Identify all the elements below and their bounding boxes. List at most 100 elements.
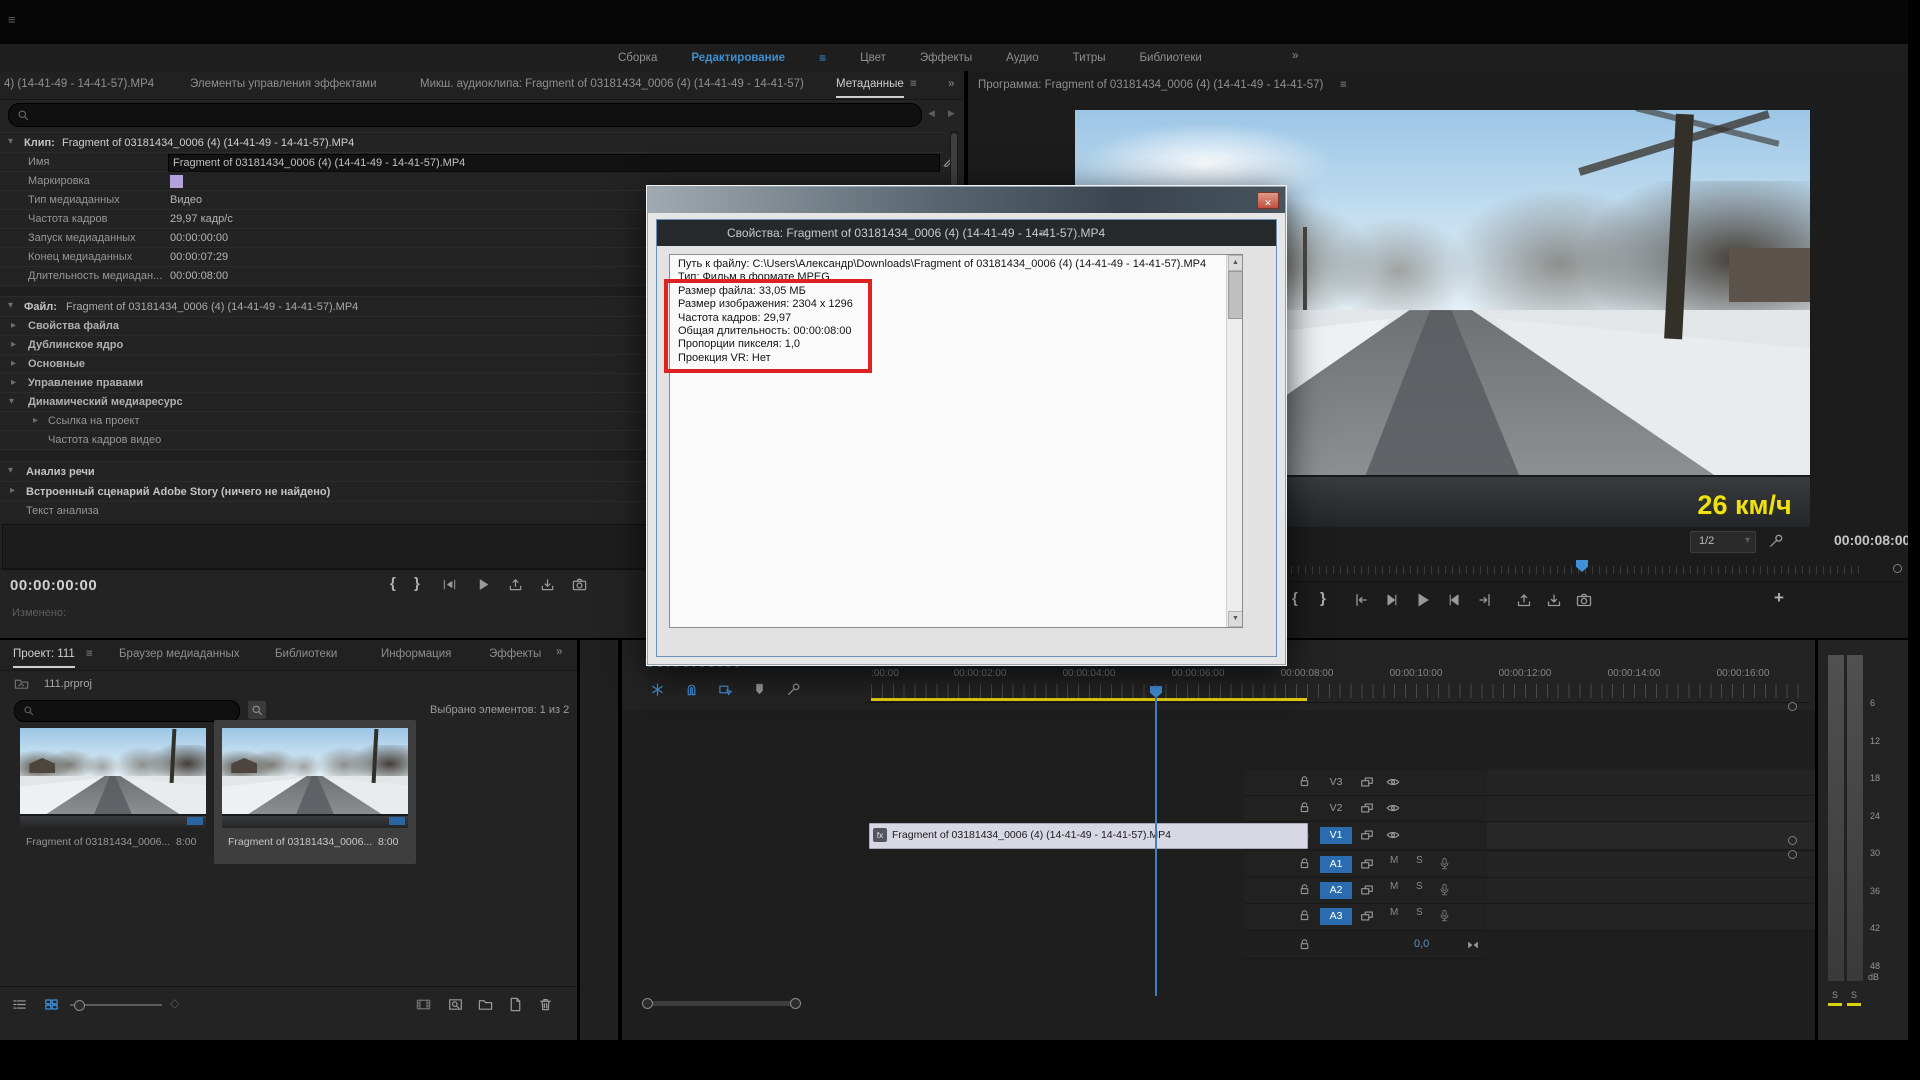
eye-icon[interactable] <box>1386 828 1400 842</box>
mark-out-button[interactable]: } <box>1320 590 1326 607</box>
track-badge-v2[interactable]: V2 <box>1320 800 1352 817</box>
program-panel-menu-icon[interactable]: ≡ <box>1340 79 1347 91</box>
project-item-2-selected[interactable]: Fragment of 03181434_0006... 8:00 <box>214 720 416 864</box>
slider-knob[interactable] <box>74 1000 85 1011</box>
close-button[interactable]: ✕ <box>1257 192 1279 209</box>
scrubber-zoom-handle[interactable] <box>1893 564 1902 573</box>
extract-button[interactable] <box>540 577 555 592</box>
project-search-box[interactable] <box>14 700 240 722</box>
tab-project[interactable]: Проект: 111 <box>13 648 75 668</box>
folder-up-icon[interactable] <box>14 676 29 691</box>
source-patch-icon[interactable] <box>1360 828 1374 842</box>
source-patch-icon[interactable] <box>1360 857 1374 871</box>
tab-effects[interactable]: Эффекты <box>489 648 541 660</box>
workspace-tab-sborka[interactable]: Сборка <box>618 52 657 64</box>
snap-magnet-icon[interactable] <box>684 682 699 697</box>
new-item-button[interactable] <box>508 997 523 1012</box>
track-header-a2[interactable]: A2 M S <box>1244 878 1487 904</box>
program-resolution-select[interactable]: 1/2 ▾ <box>1690 531 1756 553</box>
app-menu-icon[interactable]: ≡ <box>8 12 16 27</box>
timeline-clip-v1[interactable]: fx Fragment of 03181434_0006 (4) (14-41-… <box>869 823 1308 849</box>
clip-thumbnail[interactable] <box>20 728 206 828</box>
go-to-out-button[interactable] <box>1478 592 1494 608</box>
tab-libraries[interactable]: Библиотеки <box>275 648 337 660</box>
track-header-v3[interactable]: V3 <box>1244 770 1487 796</box>
project-tabs-overflow-icon[interactable]: » <box>556 646 562 658</box>
metadata-panel-menu-icon[interactable]: ≡ <box>910 78 917 90</box>
solo-button[interactable]: S <box>1416 881 1423 892</box>
workspace-tab-biblioteki[interactable]: Библиотеки <box>1140 52 1202 64</box>
add-marker-button[interactable] <box>752 682 767 697</box>
program-panel-title[interactable]: Программа: Fragment of 03181434_0006 (4)… <box>978 79 1323 91</box>
play-button[interactable] <box>476 577 491 592</box>
dialog-titlebar[interactable]: ✕ <box>648 187 1285 213</box>
lock-icon[interactable] <box>1298 883 1311 896</box>
automate-to-sequence-button[interactable] <box>416 997 431 1012</box>
clip-usage-badge[interactable] <box>389 817 405 825</box>
scroll-up-button[interactable]: ▲ <box>1228 255 1243 271</box>
lock-icon[interactable] <box>1298 909 1311 922</box>
track-badge-a2[interactable]: A2 <box>1320 882 1352 899</box>
eye-icon[interactable] <box>1386 775 1400 789</box>
project-panel-menu-icon[interactable]: ≡ <box>86 648 93 660</box>
track-header-a3[interactable]: A3 M S <box>1244 904 1487 931</box>
track-header-master[interactable]: 0,0 <box>1244 932 1487 959</box>
mark-out-button[interactable]: } <box>414 575 420 592</box>
metadata-prev-icon[interactable]: ◀ <box>928 108 935 119</box>
zoom-handle-left[interactable] <box>642 998 653 1009</box>
source-patch-icon[interactable] <box>1360 775 1374 789</box>
scrollbar-thumb[interactable] <box>1228 271 1243 319</box>
mic-icon[interactable] <box>1438 883 1451 896</box>
play-in-to-out-button[interactable] <box>442 577 457 592</box>
step-forward-button[interactable] <box>1446 592 1462 608</box>
master-gain-value[interactable]: 0,0 <box>1414 938 1429 950</box>
lock-icon[interactable] <box>1298 857 1311 870</box>
linked-selection-icon[interactable] <box>718 682 733 697</box>
bowtie-keyframe-icon[interactable] <box>1466 938 1480 952</box>
find-button[interactable] <box>448 997 463 1012</box>
solo-right-button[interactable]: S <box>1851 990 1857 1000</box>
workspace-tab-audio[interactable]: Аудио <box>1006 52 1038 64</box>
solo-left-button[interactable]: S <box>1832 990 1838 1000</box>
project-search-input[interactable] <box>39 703 233 719</box>
tab-audio-clip-mixer[interactable]: Микш. аудиоклипа: Fragment of 03181434_0… <box>420 78 804 90</box>
workspace-tab-titry[interactable]: Титры <box>1073 52 1106 64</box>
dialog-scrollbar[interactable]: ▲ ▼ <box>1226 255 1242 627</box>
source-patch-icon[interactable] <box>1360 909 1374 923</box>
scroll-down-button[interactable]: ▼ <box>1228 611 1243 627</box>
mute-button[interactable]: M <box>1390 881 1398 892</box>
track-badge-v3[interactable]: V3 <box>1320 774 1352 791</box>
project-item-1[interactable]: Fragment of 03181434_0006... 8:00 <box>16 724 210 860</box>
clip-section-header[interactable]: ▾ Клип: Fragment of 03181434_0006 (4) (1… <box>0 132 944 153</box>
tab-source-monitor[interactable]: 4) (14-41-49 - 14-41-57).MP4 <box>4 78 154 90</box>
nest-sequence-toggle-icon[interactable] <box>650 682 665 697</box>
mark-in-button[interactable]: { <box>1292 590 1298 607</box>
eye-icon[interactable] <box>1386 801 1400 815</box>
workspace-menu-icon[interactable]: ≡ <box>819 51 826 65</box>
clip-thumbnail[interactable] <box>222 728 408 828</box>
track-height-toggle[interactable] <box>1788 836 1797 845</box>
list-view-button[interactable] <box>12 997 27 1012</box>
mic-icon[interactable] <box>1438 857 1451 870</box>
go-to-in-button[interactable] <box>1352 592 1368 608</box>
mark-in-button[interactable]: { <box>390 575 396 592</box>
lift-button[interactable] <box>1516 592 1532 608</box>
name-input[interactable]: Fragment of 03181434_0006 (4) (14-41-49 … <box>168 154 940 172</box>
mute-button[interactable]: M <box>1390 907 1398 918</box>
program-timecode[interactable]: 00:00:08:00 <box>1834 532 1910 548</box>
new-bin-button[interactable] <box>478 997 493 1012</box>
add-button[interactable]: + <box>1774 588 1784 608</box>
track-height-toggle[interactable] <box>1788 850 1797 859</box>
extract-button[interactable] <box>1546 592 1562 608</box>
tab-info[interactable]: Информация <box>381 648 451 660</box>
search-options-button[interactable] <box>248 701 266 719</box>
clip-name[interactable]: Fragment of 03181434_0006... <box>26 836 170 848</box>
metadata-search-input[interactable] <box>35 106 899 124</box>
track-badge-a1[interactable]: A1 <box>1320 856 1352 873</box>
lift-button[interactable] <box>508 577 523 592</box>
export-frame-button[interactable] <box>1576 592 1592 608</box>
workspace-tab-cvet[interactable]: Цвет <box>860 52 886 64</box>
delete-button[interactable] <box>538 997 553 1012</box>
lock-icon[interactable] <box>1298 775 1311 788</box>
clip-name[interactable]: Fragment of 03181434_0006... <box>228 836 372 848</box>
